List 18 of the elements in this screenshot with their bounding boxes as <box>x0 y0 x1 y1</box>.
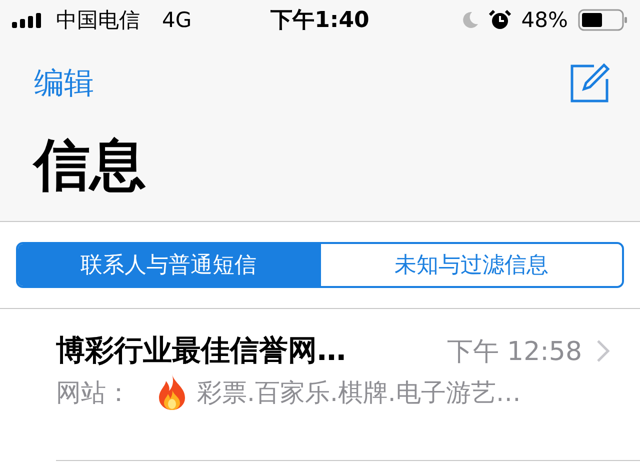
segment-tab[interactable]: 未知与过滤信息 <box>319 244 622 286</box>
chevron-icon <box>596 339 610 363</box>
battery-icon <box>578 9 628 31</box>
compose-icon[interactable] <box>570 63 610 103</box>
segment-tab[interactable]: 联系人与普通短信 <box>18 244 319 286</box>
network-type: 4G <box>162 8 192 32</box>
preview-label: 网站： <box>56 376 131 408</box>
page-title: 信息 <box>32 132 147 200</box>
edit-button[interactable]: 编辑 <box>34 62 94 104</box>
alarm-clock-icon <box>489 10 512 30</box>
message-time: 下午 12:58 <box>446 336 582 368</box>
battery-percent: 48% <box>521 8 568 32</box>
sender-name: 博彩行业最佳信誉网… <box>56 332 347 369</box>
status-time: 下午1:40 <box>270 7 370 35</box>
carrier-name: 中国电信 <box>56 7 140 34</box>
message-row[interactable]: 博彩行业最佳信誉网… 下午 12:58 网站： 彩票.百家乐.棋牌.电子游艺… <box>56 309 640 461</box>
moon-icon <box>461 11 480 29</box>
message-preview: 彩票.百家乐.棋牌.电子游艺… <box>197 376 521 408</box>
